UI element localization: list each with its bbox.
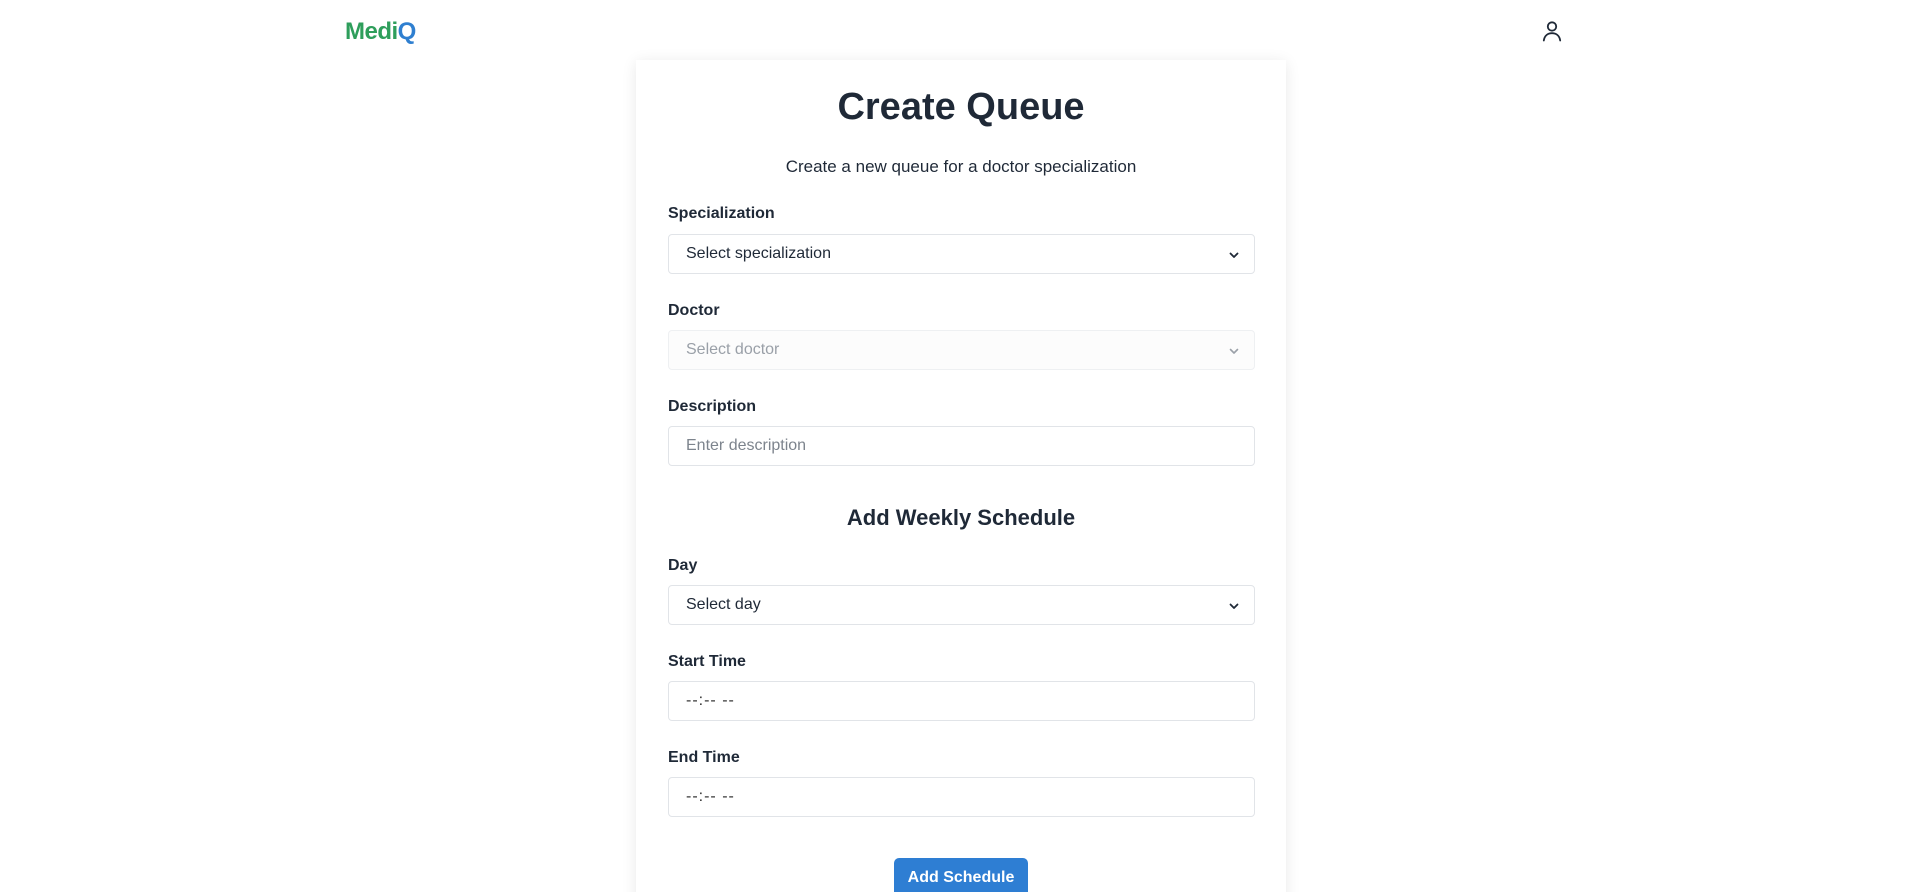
- start-time-input[interactable]: --:-- --: [668, 681, 1255, 721]
- specialization-selected-value: Select specialization: [686, 245, 831, 262]
- day-selected-value: Select day: [686, 596, 761, 613]
- user-icon: [1542, 21, 1562, 42]
- app-logo[interactable]: MediQ: [345, 18, 416, 46]
- end-time-input[interactable]: --:-- --: [668, 777, 1255, 817]
- day-select[interactable]: Select day: [668, 585, 1255, 625]
- description-label: Description: [668, 398, 757, 415]
- create-queue-card: Create Queue Create a new queue for a do…: [636, 60, 1286, 892]
- chevron-down-icon: [1229, 348, 1239, 354]
- end-time-label: End Time: [668, 749, 740, 766]
- end-time-value: --:-- --: [686, 788, 735, 805]
- doctor-select[interactable]: Select doctor: [668, 330, 1255, 370]
- specialization-select[interactable]: Select specialization: [668, 234, 1255, 274]
- user-menu-button[interactable]: [1538, 17, 1566, 45]
- doctor-selected-value: Select doctor: [686, 341, 780, 358]
- chevron-down-icon: [1229, 252, 1239, 258]
- chevron-down-icon: [1229, 603, 1239, 609]
- page-title: Create Queue: [837, 86, 1085, 128]
- description-placeholder: Enter description: [686, 437, 807, 454]
- specialization-label: Specialization: [668, 205, 775, 222]
- top-header: MediQ: [0, 0, 1920, 64]
- day-label: Day: [668, 557, 698, 574]
- logo-text-q: Q: [397, 18, 417, 45]
- start-time-value: --:-- --: [686, 692, 735, 709]
- page-subtitle: Create a new queue for a doctor speciali…: [785, 157, 1137, 176]
- start-time-label: Start Time: [668, 653, 746, 670]
- doctor-label: Doctor: [668, 302, 720, 319]
- description-input[interactable]: Enter description: [668, 426, 1255, 466]
- add-schedule-button[interactable]: Add Schedule: [894, 858, 1028, 892]
- logo-text-medi: Medi: [345, 18, 398, 45]
- weekly-schedule-heading: Add Weekly Schedule: [846, 505, 1076, 530]
